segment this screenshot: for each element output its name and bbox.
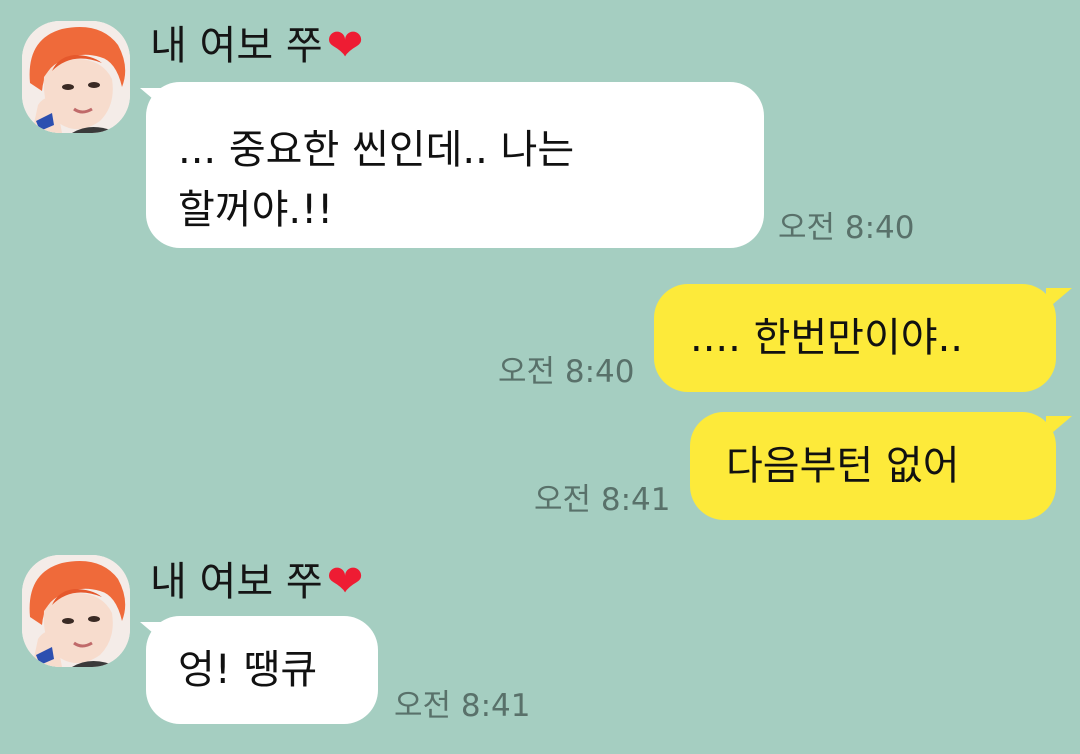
sender-name: 내 여보 쭈❤: [150, 558, 364, 606]
bubble-tail: [1046, 416, 1072, 438]
message-bubble-incoming[interactable]: 엉! 땡큐: [146, 616, 378, 724]
sender-name-text: 내 여보 쭈: [150, 23, 323, 69]
avatar-photo-icon: [22, 555, 130, 667]
sender-name: 내 여보 쭈❤: [150, 22, 364, 70]
message-bubble-incoming[interactable]: ... 중요한 씬인데.. 나는 할꺼야.!!: [146, 82, 764, 248]
contact-avatar[interactable]: [22, 21, 130, 133]
message-timestamp: 오전 8:40: [498, 354, 635, 390]
message-line: ... 중요한 씬인데.. 나는: [178, 127, 575, 173]
message-timestamp: 오전 8:41: [394, 688, 531, 724]
bubble-tail: [1046, 288, 1072, 310]
message-timestamp: 오전 8:41: [534, 482, 671, 518]
sender-name-text: 내 여보 쭈: [150, 559, 323, 605]
chat-area: 내 여보 쭈❤ ... 중요한 씬인데.. 나는 할꺼야.!! 오전 8:40 …: [0, 0, 1080, 754]
contact-avatar[interactable]: [22, 555, 130, 667]
heart-icon: ❤: [326, 20, 364, 71]
avatar-photo-icon: [22, 21, 130, 133]
message-line: 할꺼야.!!: [178, 187, 334, 233]
message-bubble-outgoing[interactable]: .... 한번만이야..: [654, 284, 1056, 392]
message-line: 다음부턴 없어: [726, 443, 960, 489]
heart-icon: ❤: [326, 556, 364, 607]
message-bubble-outgoing[interactable]: 다음부턴 없어: [690, 412, 1056, 520]
message-line: .... 한번만이야..: [690, 315, 964, 361]
message-timestamp: 오전 8:40: [778, 210, 915, 246]
message-line: 엉! 땡큐: [178, 647, 318, 693]
